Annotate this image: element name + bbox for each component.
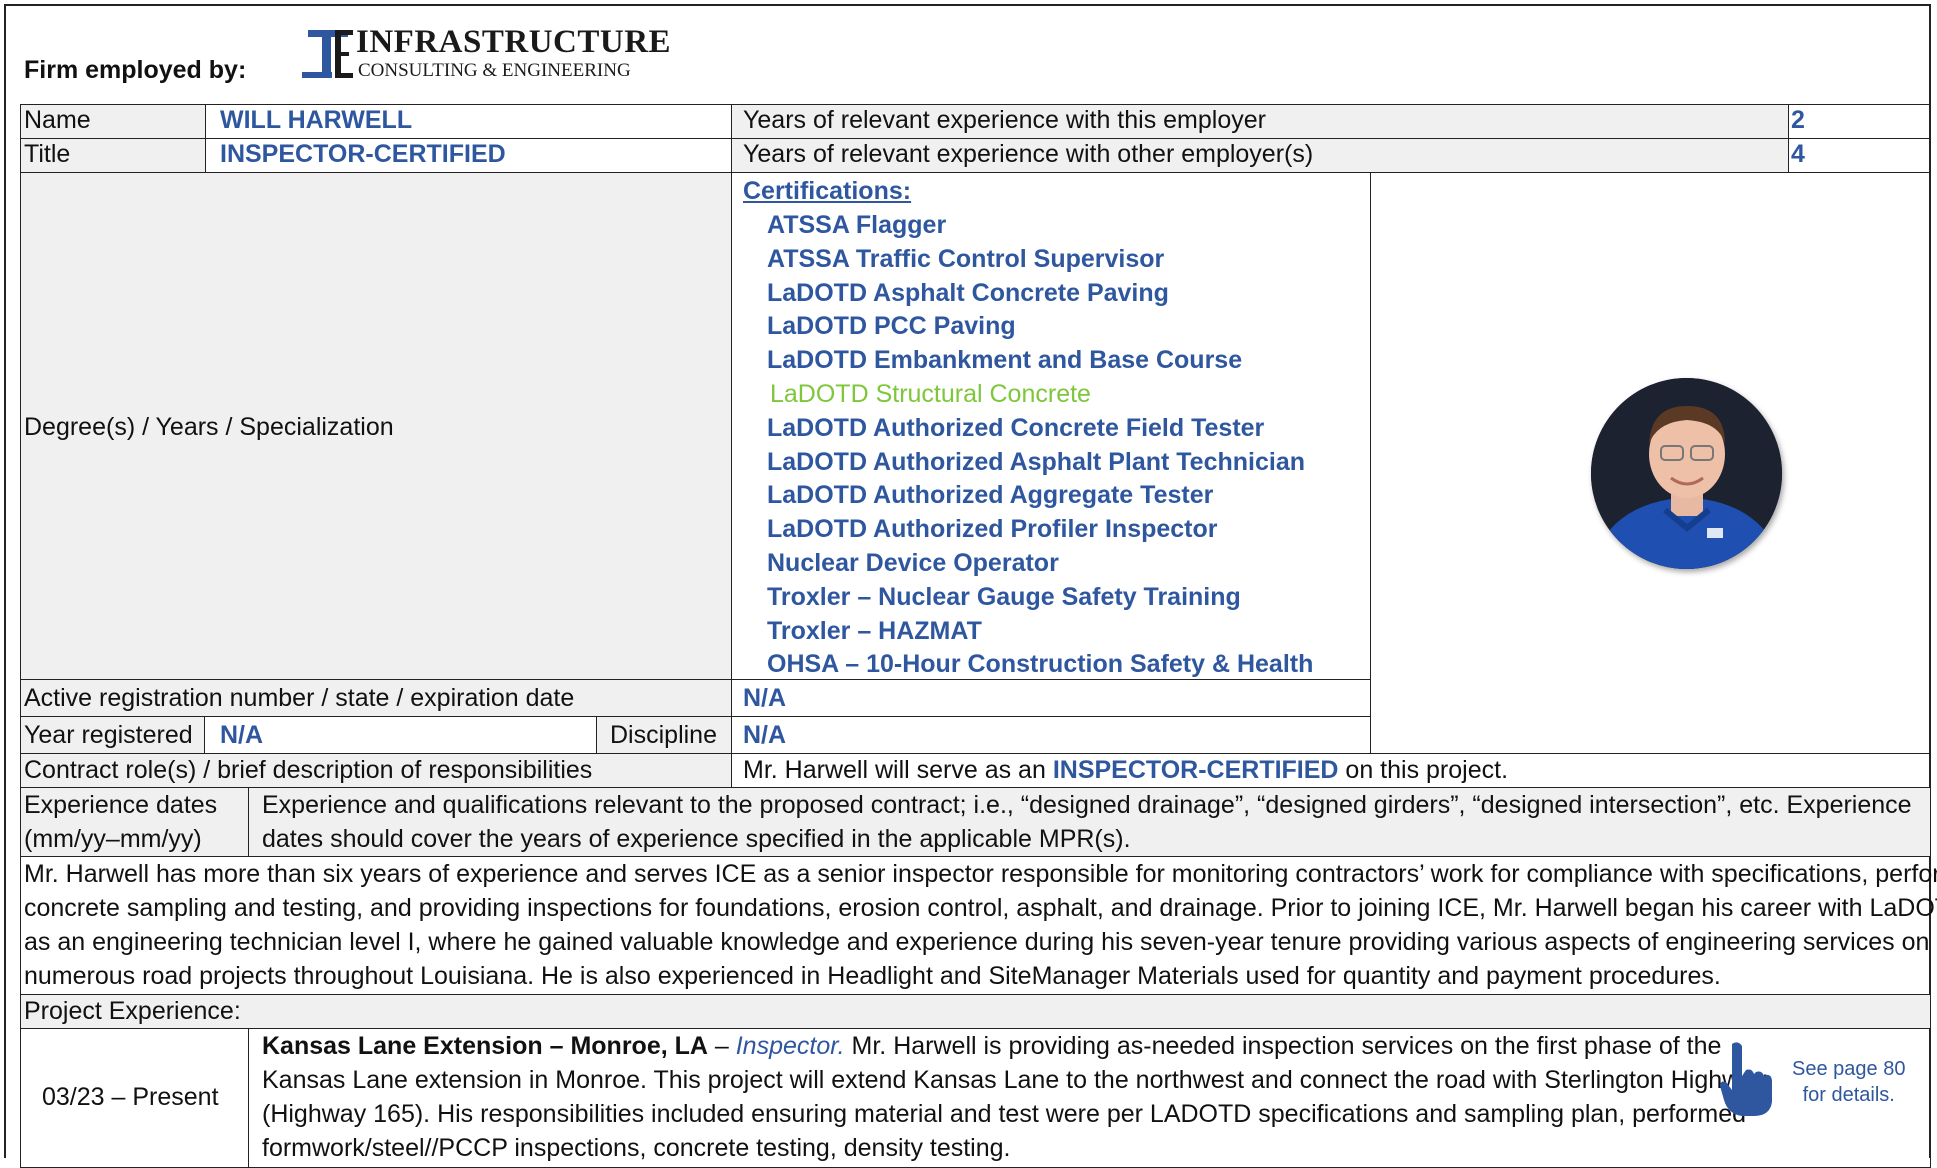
- see-page-line2: for details.: [1802, 1084, 1895, 1106]
- experience-dates-label-line1: Experience dates: [24, 791, 218, 819]
- discipline-value: N/A: [743, 721, 787, 749]
- name-value: WILL HARWELL: [220, 106, 413, 134]
- pointing-hand-icon[interactable]: [1718, 1040, 1774, 1118]
- title-label: Title: [24, 140, 71, 168]
- project-dash: –: [707, 1032, 736, 1060]
- years-other-label: Years of relevant experience with other …: [743, 140, 1314, 168]
- project-role: Inspector.: [735, 1032, 845, 1060]
- certification-item: ATSSA Traffic Control Supervisor: [767, 244, 1165, 273]
- logo-text-main: INFRASTRUCTURE: [356, 24, 672, 60]
- certification-item: Troxler – Nuclear Gauge Safety Training: [767, 582, 1241, 611]
- certification-item: LaDOTD PCC Paving: [767, 312, 1016, 341]
- years-other-value: 4: [1791, 140, 1805, 168]
- see-page-note[interactable]: See page 80 for details.: [1792, 1056, 1905, 1108]
- certification-item: Nuclear Device Operator: [767, 549, 1059, 577]
- years-employer-value-cell: [1788, 104, 1931, 139]
- project-line1-rest: Mr. Harwell is providing as-needed inspe…: [844, 1032, 1722, 1060]
- certification-item: LaDOTD Asphalt Concrete Paving: [767, 278, 1169, 307]
- experience-dates-label-line2: (mm/yy–mm/yy): [24, 825, 202, 853]
- year-registered-value: N/A: [220, 721, 264, 749]
- registration-label: Active registration number / state / exp…: [24, 684, 575, 712]
- certifications-heading: Certifications:: [743, 177, 912, 205]
- certification-item: Troxler – HAZMAT: [767, 616, 982, 645]
- contract-role-prefix: Mr. Harwell will serve as an: [743, 756, 1053, 784]
- project-line1: Kansas Lane Extension – Monroe, LA – Ins…: [262, 1029, 1721, 1063]
- summary-line: as an engineering technician level I, wh…: [24, 928, 1930, 956]
- project-line3: (Highway 165). His responsibilities incl…: [262, 1100, 1747, 1128]
- certification-item: LaDOTD Authorized Aggregate Tester: [767, 481, 1214, 510]
- contract-role-label: Contract role(s) / brief description of …: [24, 756, 593, 784]
- summary-line: concrete sampling and testing, and provi…: [24, 894, 1937, 922]
- discipline-value-cell: [731, 716, 1371, 754]
- contract-role-title: INSPECTOR-CERTIFIED: [1052, 756, 1339, 784]
- company-logo: INFRASTRUCTURE CONSULTING & ENGINEERING: [302, 22, 671, 86]
- project-experience-label-cell: [20, 994, 1931, 1029]
- degree-label: Degree(s) / Years / Specialization: [24, 413, 394, 441]
- project-line4: formwork/steel//PCCP inspections, concre…: [262, 1134, 1011, 1162]
- registration-value: N/A: [743, 684, 787, 712]
- certification-item: LaDOTD Authorized Concrete Field Tester: [767, 413, 1265, 442]
- certification-item: LaDOTD Embankment and Base Course: [767, 346, 1243, 375]
- certification-item: ATSSA Flagger: [767, 211, 947, 239]
- firm-employed-label: Firm employed by:: [24, 56, 247, 84]
- profile-photo-illustration: [1591, 378, 1782, 569]
- years-employer-label: Years of relevant experience with this e…: [743, 106, 1266, 134]
- project-title: Kansas Lane Extension – Monroe, LA: [262, 1032, 708, 1060]
- see-page-line1: See page 80: [1792, 1058, 1906, 1080]
- contract-role-description: Mr. Harwell will serve as an INSPECTOR-C…: [743, 753, 1508, 787]
- years-other-value-cell: [1788, 138, 1931, 173]
- experience-description-line2: dates should cover the years of experien…: [262, 825, 1131, 853]
- profile-photo: [1591, 378, 1782, 569]
- year-registered-label: Year registered: [24, 721, 193, 749]
- title-value: INSPECTOR-CERTIFIED: [220, 140, 506, 168]
- summary-line: numerous road projects throughout Louisi…: [24, 962, 1721, 990]
- logo-text-sub: CONSULTING & ENGINEERING: [358, 60, 631, 81]
- contract-role-suffix: on this project.: [1338, 756, 1509, 784]
- resume-page: Firm employed by: INFRASTRUCTURE CONSULT…: [0, 0, 1937, 1168]
- certification-item: LaDOTD Authorized Asphalt Plant Technici…: [767, 447, 1306, 476]
- name-label: Name: [24, 106, 91, 134]
- project-experience-label: Project Experience:: [24, 997, 241, 1025]
- experience-description-line1: Experience and qualifications relevant t…: [262, 791, 1912, 819]
- certification-item: OHSA – 10-Hour Construction Safety & Hea…: [767, 650, 1314, 679]
- summary-line: Mr. Harwell has more than six years of e…: [24, 860, 1937, 888]
- registration-value-cell: [731, 679, 1371, 717]
- years-employer-value: 2: [1791, 106, 1805, 134]
- ice-logo-icon: [302, 30, 353, 78]
- project-dates: 03/23 – Present: [42, 1083, 219, 1111]
- discipline-label: Discipline: [610, 721, 717, 749]
- certification-item: LaDOTD Authorized Profiler Inspector: [767, 515, 1218, 544]
- project-line2: Kansas Lane extension in Monroe. This pr…: [262, 1066, 1767, 1094]
- certification-item: LaDOTD Structural Concrete: [770, 380, 1091, 408]
